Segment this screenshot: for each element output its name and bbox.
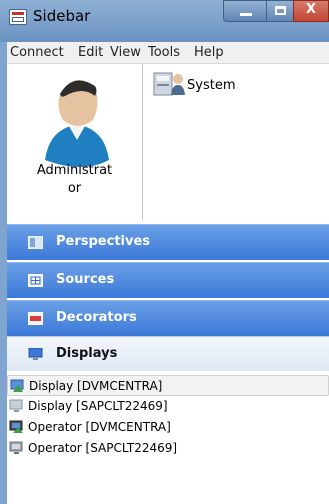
menu-connect[interactable]: Connect [10, 45, 64, 60]
maximize-icon [275, 6, 286, 15]
section-sources[interactable]: Sources [7, 262, 329, 298]
list-item-display-sapclt22469[interactable]: Display [SAPCLT22469] [7, 396, 329, 417]
system-label[interactable]: System [187, 78, 235, 93]
section-perspectives[interactable]: Perspectives [7, 224, 329, 260]
operator-connected-icon [9, 420, 23, 433]
list-item-label: Display [DVMCENTRA] [29, 379, 163, 393]
system-panel: System [143, 64, 329, 220]
menu-bar: Connect Edit View Tools Help [7, 42, 329, 64]
list-item-label: Operator [SAPCLT22469] [28, 441, 178, 455]
title-bar: Sidebar X [0, 0, 329, 42]
window-title: Sidebar [33, 7, 91, 25]
menu-help[interactable]: Help [194, 45, 224, 60]
section-decorators[interactable]: Decorators [7, 300, 329, 336]
section-label: Displays [56, 346, 118, 361]
window-frame [0, 42, 7, 504]
list-item-operator-sapclt22469[interactable]: Operator [SAPCLT22469] [7, 438, 329, 459]
system-icon[interactable] [152, 69, 186, 99]
section-displays[interactable]: Displays [7, 336, 329, 372]
sources-icon [28, 274, 43, 287]
user-name-line1: Administrat [36, 163, 113, 178]
list-item-label: Operator [DVMCENTRA] [28, 420, 171, 434]
menu-tools[interactable]: Tools [148, 45, 180, 60]
displays-icon [28, 348, 43, 360]
display-icon [9, 399, 23, 412]
app-icon[interactable] [9, 9, 27, 25]
user-name-line2: or [67, 181, 82, 196]
minimize-icon [240, 13, 252, 16]
section-label: Decorators [56, 310, 137, 325]
displays-list: Display [DVMCENTRA] Display [SAPCLT22469… [7, 371, 329, 504]
list-item-display-dvmcentra[interactable]: Display [DVMCENTRA] [7, 375, 329, 396]
close-icon: X [305, 2, 317, 17]
display-connected-icon [10, 379, 24, 392]
user-panel[interactable]: Administrat or [7, 64, 143, 220]
menu-view[interactable]: View [110, 45, 141, 60]
perspectives-icon [28, 236, 43, 249]
menu-edit[interactable]: Edit [78, 45, 103, 60]
list-item-operator-dvmcentra[interactable]: Operator [DVMCENTRA] [7, 417, 329, 438]
minimize-button[interactable] [223, 0, 267, 22]
user-name: Administrat or [7, 162, 142, 198]
close-button[interactable]: X [293, 0, 329, 22]
section-label: Sources [56, 272, 115, 287]
section-label: Perspectives [56, 234, 151, 249]
decorators-icon [28, 312, 43, 325]
maximize-button[interactable] [266, 0, 294, 22]
operator-icon [9, 441, 23, 454]
list-item-label: Display [SAPCLT22469] [28, 399, 168, 413]
